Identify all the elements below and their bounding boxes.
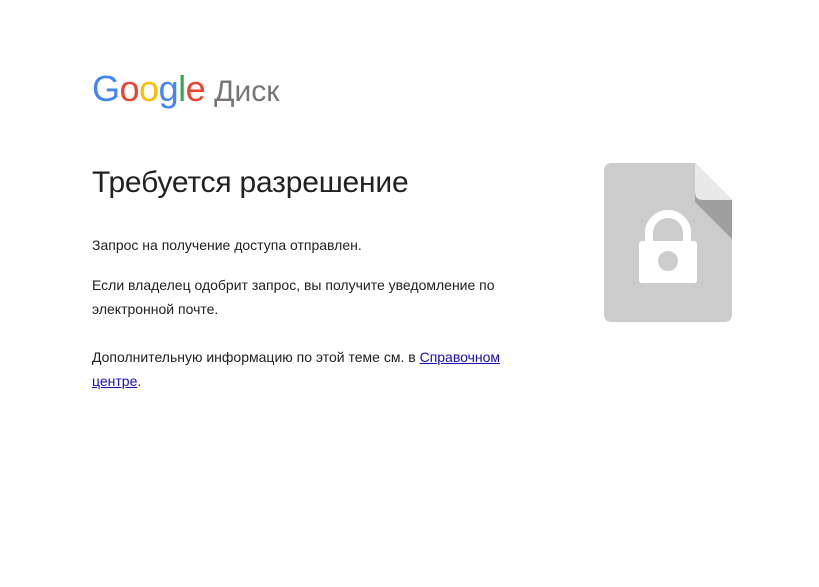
- logo-letter: G: [92, 68, 120, 109]
- product-name: Диск: [214, 75, 280, 108]
- request-sent-text: Запрос на получение доступа отправлен.: [92, 237, 362, 253]
- permission-message: Требуется разрешение Запрос на получение…: [92, 160, 532, 393]
- locked-file-icon: [604, 163, 732, 322]
- google-drive-logo: Google Диск: [92, 68, 279, 110]
- logo-letter: g: [158, 68, 179, 109]
- more-info-text: Дополнительную информацию по этой теме с…: [92, 345, 532, 393]
- logo-letter: o: [139, 68, 159, 109]
- google-wordmark: Google: [92, 68, 206, 110]
- logo-letter: e: [185, 68, 206, 109]
- owner-approval-text: Если владелец одобрит запрос, вы получит…: [92, 277, 495, 317]
- page-title: Требуется разрешение: [92, 166, 409, 199]
- more-info-suffix: .: [137, 373, 142, 389]
- more-info-prefix: Дополнительную информацию по этой теме с…: [92, 349, 420, 365]
- logo-letter: o: [119, 68, 140, 109]
- logo-letter: l: [178, 68, 186, 109]
